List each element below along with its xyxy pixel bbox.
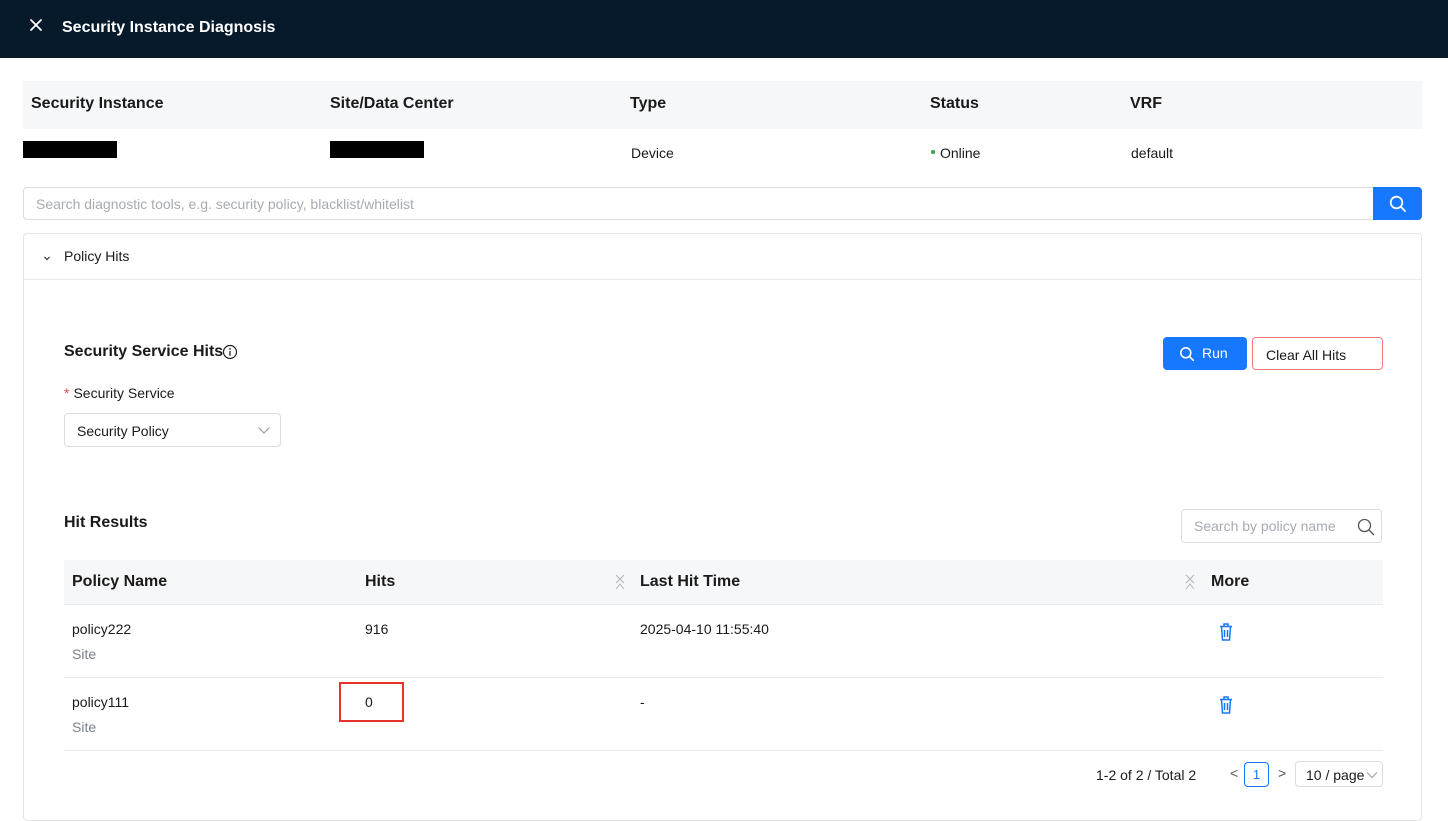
policy-name: policy111	[72, 694, 130, 710]
col-policy-name: Policy Name	[72, 573, 168, 590]
col-type: Type	[630, 95, 667, 112]
info-icon[interactable]	[222, 344, 238, 360]
instance-type: Device	[631, 145, 674, 161]
policy-last-hit: 2025-04-10 11:55:40	[640, 621, 769, 637]
pagination-page-1[interactable]: 1	[1244, 762, 1269, 787]
panel-header[interactable]: Policy Hits	[24, 234, 1421, 280]
clear-all-hits-button[interactable]: Clear All Hits	[1252, 337, 1383, 370]
search-icon	[1389, 195, 1406, 212]
close-icon[interactable]	[28, 17, 44, 33]
col-site-data-center: Site/Data Center	[330, 95, 454, 112]
col-vrf: VRF	[1130, 95, 1162, 112]
results-table-header: Policy Name Hits Last Hit Time More	[64, 560, 1383, 605]
sort-icon[interactable]	[1184, 573, 1196, 591]
section-title: Security Service Hits	[64, 343, 224, 360]
pagination-summary: 1-2 of 2 / Total 2	[1096, 767, 1197, 783]
instance-status: Online	[931, 145, 980, 161]
instance-table-header: Security Instance Site/Data Center Type …	[23, 81, 1422, 129]
policy-hits-panel: Policy Hits Security Service Hits Run Cl…	[23, 233, 1422, 821]
diagnostic-search	[23, 187, 1374, 220]
security-service-value: Security Policy	[77, 423, 169, 439]
run-label: Run	[1202, 345, 1228, 361]
policy-scope: Site	[72, 719, 97, 735]
diagnostic-search-input[interactable]	[24, 188, 1374, 219]
delete-icon[interactable]	[1218, 622, 1234, 642]
page-size-value: 10 / page	[1306, 767, 1365, 783]
redacted-instance-name	[23, 141, 117, 158]
instance-vrf: default	[1131, 145, 1174, 161]
delete-icon[interactable]	[1218, 695, 1234, 715]
search-icon	[1180, 347, 1195, 362]
policy-search-input[interactable]	[1182, 510, 1352, 542]
col-more: More	[1211, 573, 1250, 590]
chevron-down-icon[interactable]	[42, 253, 52, 263]
table-row: policy111 Site 0 -	[64, 678, 1383, 751]
hit-results-title: Hit Results	[64, 514, 148, 531]
diagnostic-search-button[interactable]	[1373, 187, 1422, 220]
clear-all-hits-label: Clear All Hits	[1266, 347, 1347, 363]
policy-search	[1181, 509, 1382, 543]
run-button[interactable]: Run	[1163, 337, 1247, 370]
redacted-site-name	[330, 141, 424, 158]
chevron-down-icon	[1366, 772, 1378, 779]
chevron-down-icon	[258, 427, 270, 434]
page-title: Security Instance Diagnosis	[62, 19, 276, 36]
policy-hits: 0	[365, 694, 373, 710]
sort-icon[interactable]	[614, 573, 626, 591]
table-row: policy222 Site 916 2025-04-10 11:55:40	[64, 605, 1383, 678]
search-icon[interactable]	[1357, 518, 1375, 536]
pagination-prev[interactable]: <	[1230, 765, 1238, 781]
required-mark: *	[64, 385, 70, 401]
col-security-instance: Security Instance	[31, 95, 164, 112]
policy-hits: 916	[365, 621, 389, 637]
status-online-dot	[931, 150, 935, 155]
policy-scope: Site	[72, 646, 97, 662]
pagination-next[interactable]: >	[1278, 765, 1286, 781]
security-service-select[interactable]: Security Policy	[64, 413, 281, 447]
security-service-label: * Security Service	[64, 385, 175, 401]
col-hits[interactable]: Hits	[365, 573, 395, 591]
col-last-hit-time[interactable]: Last Hit Time	[640, 573, 740, 591]
status-text: Online	[940, 145, 981, 161]
page-size-select[interactable]: 10 / page	[1295, 761, 1383, 787]
policy-last-hit: -	[640, 694, 645, 710]
top-bar: Security Instance Diagnosis	[0, 0, 1448, 58]
col-status: Status	[930, 95, 979, 112]
panel-title: Policy Hits	[64, 248, 130, 264]
policy-name: policy222	[72, 621, 132, 637]
